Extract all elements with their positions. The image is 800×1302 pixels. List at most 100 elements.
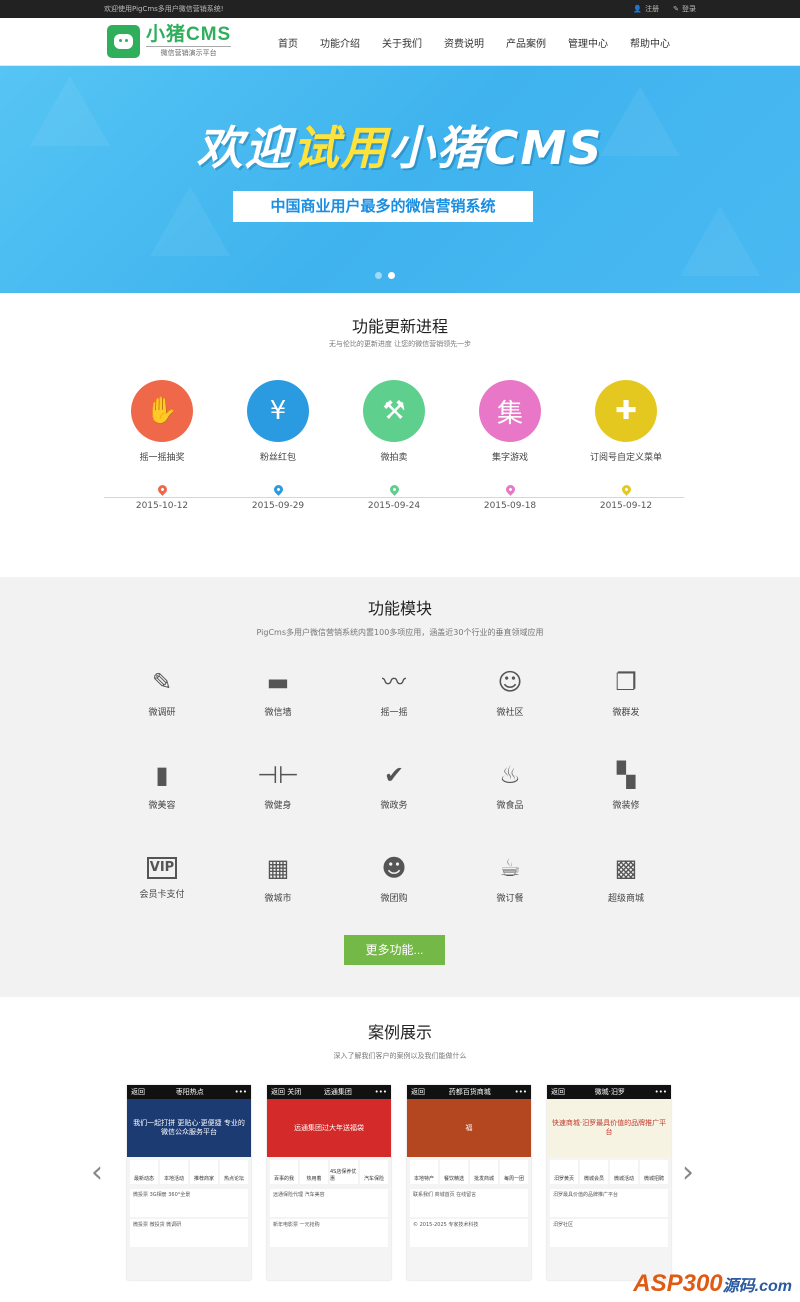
nav-pricing[interactable]: 资费说明 — [444, 35, 484, 50]
module-item[interactable]: ✎ 微调研 — [104, 667, 220, 718]
module-item[interactable]: ▮ 微美容 — [104, 760, 220, 811]
phone-row: 联系我们 商城首页 在线留言 — [410, 1189, 528, 1217]
module-item[interactable]: ▩ 超级商城 — [568, 853, 684, 904]
module-label: 微美容 — [148, 801, 176, 811]
phone-header: 返回 微城·汨罗 ••• — [547, 1085, 671, 1099]
module-item[interactable]: VIP 会员卡支付 — [104, 853, 220, 904]
update-icon[interactable]: ✚ — [595, 380, 657, 442]
module-label: 微订餐 — [496, 894, 524, 904]
module-item[interactable]: ▚ 微装修 — [568, 760, 684, 811]
phone-menu-cell: 汨罗黄页 — [550, 1160, 578, 1184]
register-link[interactable]: 👤 注册 — [633, 4, 659, 14]
section-subtitle: PigCms多用户微信营销系统内置100多项应用，涵盖近30个行业的垂直领域应用 — [256, 628, 544, 637]
update-item[interactable]: ¥ 粉丝红包 — [220, 380, 336, 463]
module-item[interactable]: ✔ 微政务 — [336, 760, 452, 811]
update-item[interactable]: ⚒ 微拍卖 — [336, 380, 452, 463]
nav-admin[interactable]: 管理中心 — [568, 35, 608, 50]
city-icon: ▦ — [266, 854, 290, 882]
module-item[interactable]: ❐ 微群发 — [568, 667, 684, 718]
module-item[interactable]: ♨ 微食品 — [452, 760, 568, 811]
phone-row: 新年电影票 一元抢购 — [270, 1219, 388, 1247]
beauty-icon: ▮ — [155, 761, 169, 789]
update-icon[interactable]: ¥ — [247, 380, 309, 442]
phone-menu-cell: 4S店保养优惠 — [330, 1160, 358, 1184]
phone-row: 汨罗社区 — [550, 1219, 668, 1247]
update-icon[interactable]: ✋ — [131, 380, 193, 442]
update-date: 2015-10-12 — [135, 501, 189, 511]
phone-row: 微投票 微投货 微调研 — [130, 1219, 248, 1247]
watermark-logo: ASP300源码.com — [633, 1270, 792, 1297]
next-arrow-icon[interactable]: › — [682, 1158, 694, 1188]
phone-menu-cell: 最新动态 — [130, 1160, 158, 1184]
phone-grid: 百事的我 热用着 4S店保养优惠 汽车保险 — [267, 1157, 391, 1187]
module-label: 摇一摇 — [380, 708, 408, 718]
prev-arrow-icon[interactable]: ‹ — [91, 1158, 103, 1188]
nav-about[interactable]: 关于我们 — [382, 35, 422, 50]
update-icon[interactable]: 集 — [479, 380, 541, 442]
module-item[interactable]: ▬ 微信墙 — [220, 667, 336, 718]
site-logo[interactable]: 小猪CMS 微信营销演示平台 — [107, 25, 232, 58]
phone-banner: 快速商城·汨罗最具价值的品牌推广平台 — [547, 1099, 671, 1157]
carousel-dot-1[interactable] — [375, 272, 382, 279]
phone-header: 返回 药都百货商城 ••• — [407, 1085, 531, 1099]
nav-cases[interactable]: 产品案例 — [506, 35, 546, 50]
phone-menu-cell: 微城会员 — [580, 1160, 608, 1184]
module-item[interactable]: 〰 摇一摇 — [336, 667, 452, 718]
case-phone-screenshot[interactable]: 返回 药都百货商城 ••• 福 本地特产 餐饮精选 批发商城 每周一团 联系我们 商城首页 … — [407, 1085, 531, 1280]
timeline-entry: 2015-09-24 — [336, 483, 452, 511]
module-label: 微健身 — [264, 801, 292, 811]
carousel-dot-2[interactable] — [388, 272, 395, 279]
update-item[interactable]: ✋ 摇一摇抽奖 — [104, 380, 220, 463]
modules-section: 功能模块 PigCms多用户微信营销系统内置100多项应用，涵盖近30个行业的垂… — [0, 577, 800, 997]
timeline-entry: 2015-09-29 — [220, 483, 336, 511]
module-item[interactable]: ▦ 微城市 — [220, 853, 336, 904]
nav-home[interactable]: 首页 — [278, 35, 298, 50]
phone-menu-cell: 热用着 — [300, 1160, 328, 1184]
update-icon[interactable]: ⚒ — [363, 380, 425, 442]
module-item[interactable]: ⊣⊢ 微健身 — [220, 760, 336, 811]
module-item[interactable]: ☺ 微社区 — [452, 667, 568, 718]
module-item[interactable]: ☕ 微订餐 — [452, 853, 568, 904]
phone-row: 微投票 3G相册 360°全景 — [130, 1189, 248, 1217]
wall-icon: ▬ — [266, 668, 290, 696]
module-item[interactable]: ☻ 微团购 — [336, 853, 452, 904]
section-subtitle: 深入了解我们客户的案例以及我们能做什么 — [333, 1052, 467, 1060]
login-link[interactable]: ✎ 登录 — [673, 4, 696, 14]
phone-menu-cell: 每周一团 — [500, 1160, 528, 1184]
module-label: 微社区 — [496, 708, 524, 718]
phone-row: 远通保险代理 汽车美容 — [270, 1189, 388, 1217]
update-label: 摇一摇抽奖 — [139, 453, 185, 463]
banner-title: 欢迎试用小猪CMS — [196, 121, 604, 175]
gov-icon: ✔ — [383, 761, 405, 789]
community-icon: ☺ — [497, 668, 523, 696]
location-pin-icon — [619, 483, 633, 496]
location-pin-icon — [271, 483, 285, 496]
nav-features[interactable]: 功能介绍 — [320, 35, 360, 50]
update-item[interactable]: 集 集字游戏 — [452, 380, 568, 463]
phone-grid: 汨罗黄页 微城会员 微城活动 微城招聘 — [547, 1157, 671, 1187]
more-features-button[interactable]: 更多功能... — [344, 935, 445, 965]
fitness-icon: ⊣⊢ — [257, 761, 299, 789]
phone-menu-cell: 汽车保险 — [360, 1160, 388, 1184]
case-phone-screenshot[interactable]: 返回 微城·汨罗 ••• 快速商城·汨罗最具价值的品牌推广平台 汨罗黄页 微城会员 微城… — [547, 1085, 671, 1280]
banner-subtitle: 中国商业用户最多的微信营销系统 — [233, 191, 533, 222]
case-phone-screenshot[interactable]: 返回 关闭 远通集团 ••• 远通集团过大年送福袋 百事的我 热用着 4S店保养优惠 汽车… — [267, 1085, 391, 1280]
update-date: 2015-09-18 — [483, 501, 537, 511]
cases-section: 案例展示 深入了解我们客户的案例以及我们能做什么 ‹ 返回 枣阳热点 ••• 我们一… — [0, 997, 800, 1302]
nav-help[interactable]: 帮助中心 — [630, 35, 670, 50]
module-label: 微城市 — [264, 894, 292, 904]
case-phone-screenshot[interactable]: 返回 枣阳热点 ••• 我们一起打拼 更贴心·更便捷 专业的微信公众服务平台 最新动… — [127, 1085, 251, 1280]
module-label: 超级商城 — [607, 894, 644, 904]
location-pin-icon — [503, 483, 517, 496]
phone-grid: 最新动态 本地活动 推荐商家 热点论坛 — [127, 1157, 251, 1187]
food-icon: ♨ — [499, 761, 521, 789]
top-links: 👤 注册 ✎ 登录 — [633, 4, 696, 14]
logo-subtitle: 微信营销演示平台 — [146, 46, 232, 58]
timeline-entry: 2015-10-12 — [104, 483, 220, 511]
update-item[interactable]: ✚ 订阅号自定义菜单 — [568, 380, 684, 463]
shake-icon: 〰 — [382, 668, 406, 696]
main-nav: 首页 功能介绍 关于我们 资费说明 产品案例 管理中心 帮助中心 — [278, 18, 692, 66]
phone-banner: 远通集团过大年送福袋 — [267, 1099, 391, 1157]
phone-menu-cell: 本地活动 — [160, 1160, 188, 1184]
section-title: 功能更新进程 — [351, 317, 448, 336]
